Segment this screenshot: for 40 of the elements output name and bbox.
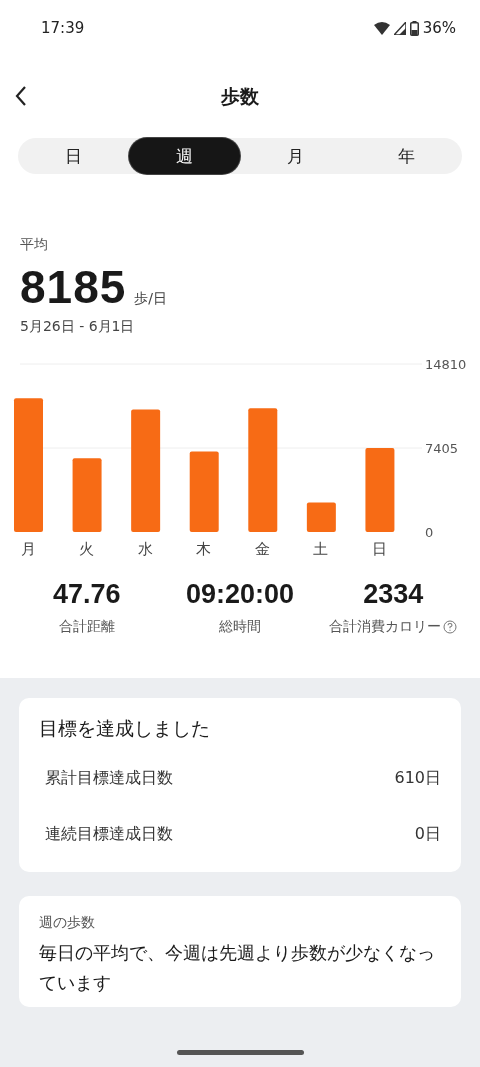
day-label: 水 <box>137 540 153 558</box>
axis-tick-label: 14810 <box>425 357 467 372</box>
row-label: 累計目標達成日数 <box>45 767 173 789</box>
stat-value: 2334 <box>363 579 424 610</box>
day-label: 日 <box>371 540 387 558</box>
wifi-icon <box>373 21 390 35</box>
day-label: 金 <box>254 540 270 558</box>
signal-icon <box>393 21 406 35</box>
row-value: 0日 <box>414 823 441 845</box>
period-tab[interactable]: 週 <box>129 138 240 174</box>
date-range: 5月26日 - 6月1日 <box>20 318 136 336</box>
stat-value: 09:20:00 <box>185 579 295 610</box>
back-icon[interactable] <box>14 85 28 107</box>
axis-tick-label: 7405 <box>425 441 459 456</box>
stat-value: 47.76 <box>52 579 121 610</box>
status-time: 17:39 <box>41 19 85 37</box>
axis-tick-label: 0 <box>425 525 434 540</box>
day-label: 土 <box>313 540 329 558</box>
steps-unit: 歩/日 <box>134 290 168 308</box>
stat-label: 総時間 <box>219 618 261 636</box>
period-tab[interactable]: 日 <box>18 138 129 174</box>
weekly-summary: 毎日の平均で、今週は先週より歩数が少なくなっています <box>39 941 436 995</box>
battery-level: 36% <box>422 19 456 37</box>
stat-label: 合計距離 <box>58 618 115 636</box>
card-title: 目標を達成しました <box>39 716 211 741</box>
average-steps: 8185 <box>20 260 127 314</box>
average-label: 平均 <box>20 236 49 254</box>
chart-bar <box>306 502 336 532</box>
day-label: 月 <box>20 540 36 558</box>
stat-label: 合計消費カロリー <box>329 618 442 636</box>
day-label: 火 <box>79 540 95 558</box>
period-tab[interactable]: 年 <box>351 138 462 174</box>
row-value: 610日 <box>394 767 441 789</box>
period-tab[interactable]: 月 <box>240 138 351 174</box>
page-title: 歩数 <box>221 84 259 109</box>
battery-icon <box>409 20 419 36</box>
day-label: 木 <box>196 540 212 558</box>
card-subtitle: 週の歩数 <box>39 914 96 932</box>
row-label: 連続目標達成日数 <box>45 823 173 845</box>
help-icon[interactable] <box>443 620 458 634</box>
